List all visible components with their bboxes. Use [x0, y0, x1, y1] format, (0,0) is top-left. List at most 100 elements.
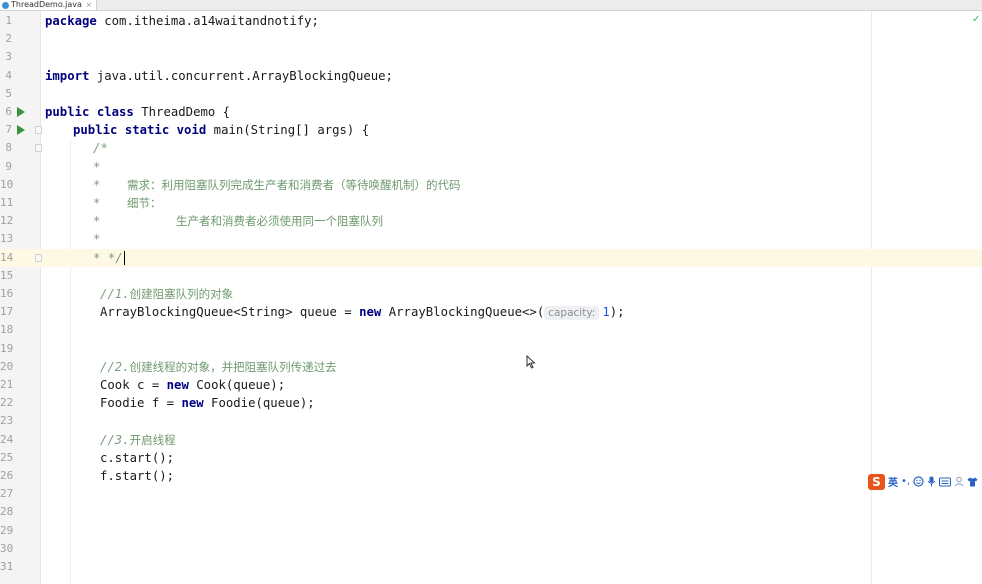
line-number: 14 [0, 250, 14, 264]
code-line: 23 [0, 412, 982, 430]
code-text: f.start(); [100, 469, 175, 483]
line-number: 6 [5, 105, 12, 118]
fold-icon[interactable] [35, 126, 42, 135]
line-number: 2 [5, 32, 12, 46]
comment: /* [93, 141, 108, 156]
sogou-logo-icon[interactable]: S [868, 473, 885, 490]
line-number: 9 [5, 159, 12, 173]
code-text: ArrayBlockingQueue<>( [381, 305, 545, 320]
tab-threaddemo[interactable]: ThreadDemo.java × [0, 0, 97, 10]
line-number: 10 [0, 177, 14, 191]
code-line: 7 public static void main(String[] args)… [0, 121, 982, 139]
user-icon[interactable] [954, 476, 964, 487]
comment: * [93, 159, 101, 174]
parameter-hint: capacity: [544, 306, 600, 321]
code-text: Foodie(queue); [203, 396, 315, 411]
comment: //2. [100, 359, 130, 374]
line-number: 19 [0, 341, 14, 355]
run-class-icon[interactable] [17, 107, 25, 117]
code-line: 31 [0, 558, 982, 576]
code-line: 3 [0, 48, 982, 66]
line-number: 25 [0, 450, 14, 464]
line-number: 23 [0, 414, 14, 428]
method-declaration: main(String[] args) { [206, 123, 370, 138]
comment-text: 生产者和消费者必须使用同一个阻塞队列 [176, 214, 383, 229]
comment-text: 开启线程 [129, 432, 176, 447]
line-number: 30 [0, 541, 14, 555]
line-number: 13 [0, 232, 14, 246]
code-line: 16 //1.创建阻塞队列的对象 [0, 285, 982, 303]
number-literal: 1 [602, 305, 610, 320]
text-caret [123, 251, 125, 266]
code-text: Foodie f = [100, 396, 182, 411]
code-line: 2 [0, 30, 982, 48]
code-text: ); [609, 305, 625, 320]
line-number: 3 [5, 50, 12, 64]
comment-text: 细节： [127, 196, 162, 210]
code-line: 17 ArrayBlockingQueue<String> queue = ne… [0, 303, 982, 321]
line-number: 18 [0, 323, 14, 337]
mic-icon[interactable] [927, 476, 936, 487]
line-number: 5 [5, 86, 12, 100]
line-number: 22 [0, 396, 14, 410]
code-line: 20 //2.创建线程的对象，并把阻塞队列传递过去 [0, 358, 982, 376]
keyword: package [45, 14, 97, 28]
comment: * */ [93, 250, 123, 265]
code-line: 5 [0, 85, 982, 103]
comment: * [93, 214, 101, 229]
keyword: import [45, 68, 90, 83]
ime-toolbar[interactable]: S 英 •, [868, 473, 982, 490]
smile-icon[interactable] [913, 476, 924, 487]
keyword: public class [45, 105, 134, 119]
code-line: 9 * [0, 158, 982, 176]
code-line: 11 * 细节： [0, 194, 982, 212]
line-number: 27 [0, 487, 14, 501]
line-number: 11 [0, 196, 14, 209]
comment-text: 创建阻塞队列的对象 [129, 287, 234, 301]
code-line: 15 [0, 267, 982, 285]
code-text: Cook(queue); [188, 378, 286, 392]
line-number: 26 [0, 469, 14, 482]
line-number: 1 [5, 14, 12, 27]
ime-language-toggle[interactable]: 英 [888, 474, 898, 489]
editor-tab-bar: ThreadDemo.java × [0, 0, 982, 11]
ime-punctuation-toggle[interactable]: •, [901, 476, 910, 487]
close-icon[interactable]: × [86, 0, 92, 10]
code-line: 18 [0, 321, 982, 339]
code-line: 26 f.start(); [0, 467, 982, 485]
code-line: 10 * 需求：利用阻塞队列完成生产者和消费者（等待唤醒机制）的代码 [0, 176, 982, 194]
package-name: com.itheima.a14waitandnotify; [96, 14, 319, 28]
line-number: 12 [0, 214, 14, 228]
tab-label: ThreadDemo.java [11, 0, 82, 9]
code-line: 22 Foodie f = new Foodie(queue); [0, 394, 982, 412]
code-line: 30 [0, 540, 982, 558]
run-main-icon[interactable] [17, 125, 25, 136]
line-number: 20 [0, 359, 14, 373]
fold-icon[interactable] [35, 253, 42, 262]
line-number: 21 [0, 378, 14, 391]
code-line: 13 * [0, 230, 982, 248]
code-line: 12 * 生产者和消费者必须使用同一个阻塞队列 [0, 212, 982, 230]
mouse-pointer-icon [526, 355, 536, 369]
keyword: new [166, 378, 189, 392]
comment: * [93, 177, 101, 192]
line-number: 24 [0, 432, 14, 446]
keyboard-icon[interactable] [939, 476, 952, 487]
code-line: 6 public class ThreadDemo { [0, 103, 982, 121]
line-number: 8 [5, 141, 12, 155]
code-line: 28 [0, 503, 982, 521]
comment-text: 创建线程的对象，并把阻塞队列传递过去 [129, 359, 337, 374]
java-class-icon [2, 1, 9, 9]
code-line: 29 [0, 522, 982, 540]
shirt-icon[interactable] [967, 477, 978, 487]
fold-icon[interactable] [35, 144, 42, 153]
code-text: ArrayBlockingQueue<String> queue = [100, 305, 360, 320]
class-declaration: ThreadDemo { [133, 105, 231, 119]
code-text: Cook c = [100, 378, 167, 392]
code-line: 27 [0, 485, 982, 503]
keyword: public static void [73, 123, 207, 138]
comment-text: 需求：利用阻塞队列完成生产者和消费者（等待唤醒机制）的代码 [127, 177, 461, 192]
comment: * [93, 196, 101, 210]
code-line: 24 //3.开启线程 [0, 431, 982, 449]
line-number: 31 [0, 560, 14, 573]
